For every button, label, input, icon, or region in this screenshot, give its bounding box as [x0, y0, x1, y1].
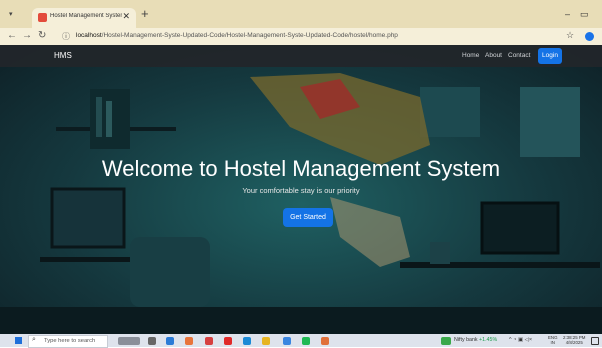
spotify-icon[interactable] [302, 337, 310, 345]
edge-icon[interactable] [243, 337, 251, 345]
app-icon-3[interactable] [321, 337, 329, 345]
youtube-icon[interactable] [224, 337, 232, 345]
browser-toolbar: ← → ↻ ⓘ localhost/Hostel-Management-Syst… [0, 28, 602, 45]
favicon-icon [38, 13, 47, 22]
ticker-change: +1.45% [479, 337, 498, 343]
forward-icon[interactable]: → [22, 30, 32, 41]
task-view-icon[interactable] [148, 337, 156, 345]
os-taskbar: ⌕ Type here to search Nifty bank +1.45% … [0, 334, 602, 348]
reload-icon[interactable]: ↻ [38, 30, 46, 41]
tab-title: Hostel Management System - ... [50, 13, 122, 19]
windows-start-icon[interactable] [15, 337, 22, 344]
taskbar-search-placeholder: Type here to search [44, 338, 96, 344]
address-url[interactable]: localhost/Hostel-Management-Syste-Update… [76, 32, 398, 39]
address-bar[interactable]: ⓘ localhost/Hostel-Management-Syste-Upda… [58, 30, 584, 43]
tab-search-icon[interactable]: ▾ [9, 10, 13, 18]
ticker-name: Nifty bank [454, 337, 478, 343]
hero-title: Welcome to Hostel Management System [101, 156, 501, 181]
stock-ticker[interactable]: Nifty bank +1.45% [454, 337, 497, 343]
stock-chart-icon [441, 337, 451, 345]
hero-background-illustration [0, 73, 602, 334]
nav-link-home[interactable]: Home [462, 52, 479, 59]
file-explorer-icon[interactable] [262, 337, 270, 345]
minimize-icon[interactable]: – [565, 9, 570, 19]
new-tab-button[interactable]: + [141, 6, 149, 21]
search-icon: ⌕ [32, 336, 36, 343]
language-indicator[interactable]: ENG IN [548, 335, 558, 345]
app-icon-2[interactable] [205, 337, 213, 345]
browser-tab-strip: ▾ Hostel Management System - ... ✕ + – ▭ [0, 0, 602, 28]
page-content: HMS Home About Contact Login Welcome to … [0, 45, 602, 334]
profile-avatar-icon[interactable] [585, 32, 594, 41]
browser-tab[interactable]: Hostel Management System - ... ✕ [32, 8, 136, 28]
taskbar-search-input[interactable]: ⌕ Type here to search [28, 335, 108, 348]
hero-subtitle: Your comfortable stay is our priority [242, 186, 360, 195]
lang-line2: IN [550, 340, 555, 345]
site-info-icon[interactable]: ⓘ [62, 31, 70, 42]
nav-link-about[interactable]: About [485, 52, 502, 59]
chrome-icon[interactable] [283, 337, 291, 345]
taskbar-clock[interactable]: 2:38:25 PM 4/8/2025 [563, 335, 585, 345]
maximize-icon[interactable]: ▭ [580, 9, 589, 20]
bookmark-star-icon[interactable]: ☆ [566, 30, 574, 41]
system-tray-icons[interactable]: ^ ◔ ▣ ◁× [509, 337, 532, 343]
brand-logo[interactable]: HMS [54, 51, 72, 60]
site-navbar: HMS Home About Contact Login [0, 45, 602, 67]
back-icon[interactable]: ← [7, 30, 17, 41]
clock-date: 4/8/2025 [565, 340, 583, 345]
get-started-button[interactable]: Get Started [283, 208, 333, 227]
nav-link-contact[interactable]: Contact [508, 52, 530, 59]
news-widget-icon[interactable] [118, 337, 140, 345]
notification-icon[interactable] [591, 337, 599, 345]
copilot-icon[interactable] [166, 337, 174, 345]
login-button[interactable]: Login [538, 48, 562, 64]
app-icon-1[interactable] [185, 337, 193, 345]
tab-close-icon[interactable]: ✕ [122, 11, 130, 22]
